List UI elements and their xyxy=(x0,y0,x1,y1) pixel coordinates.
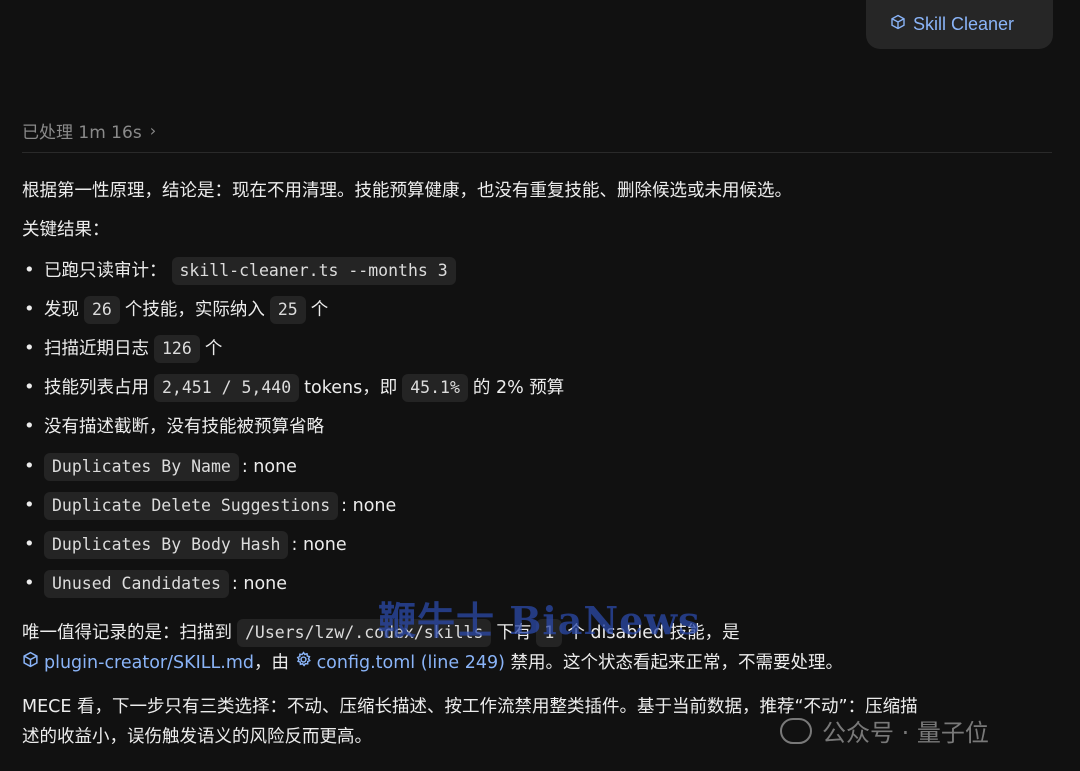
processed-toggle[interactable]: 已处理 1m 16s › xyxy=(22,118,156,143)
link-label: config.toml (line 249) xyxy=(316,652,505,673)
list-item: 扫描近期日志 126 个 xyxy=(22,329,1052,368)
results-list: 已跑只读审计： skill-cleaner.ts --months 3 发现 2… xyxy=(22,251,1052,604)
divider xyxy=(22,152,1052,153)
chevron-right-icon: › xyxy=(149,121,157,140)
bullet-text: 的 2% 预算 xyxy=(472,378,565,399)
intro-paragraph: 根据第一性原理，结论是：现在不用清理。技能预算健康，也没有重复技能、删除候选或未… xyxy=(22,181,792,201)
list-item: Unused Candidates : none xyxy=(22,565,1052,604)
list-item: 没有描述截断，没有技能被预算省略 xyxy=(22,408,1052,447)
skill-cleaner-chip[interactable]: Skill Cleaner xyxy=(866,0,1053,49)
processed-label: 已处理 1m 16s xyxy=(22,123,142,143)
inline-code: 26 xyxy=(84,295,120,324)
bullet-text: 没有描述截断，没有技能被预算省略 xyxy=(44,417,324,438)
bullet-text: 个 xyxy=(204,338,223,359)
bullet-text: 个 xyxy=(310,299,329,320)
bullet-text: : none xyxy=(291,534,347,555)
list-item: 技能列表占用 2,451 / 5,440 tokens，即 45.1% 的 2%… xyxy=(22,369,1052,408)
inline-code: Duplicates By Body Hash xyxy=(44,530,289,559)
note-text: 唯一值得记录的是：扫描到 xyxy=(22,622,232,643)
bullet-text: 发现 xyxy=(44,299,79,320)
inline-code: /Users/lzw/.codex/skills xyxy=(237,618,492,647)
key-results-title: 关键结果： xyxy=(22,220,110,240)
list-item: 发现 26 个技能，实际纳入 25 个 xyxy=(22,290,1052,329)
bullet-text: 个技能，实际纳入 xyxy=(124,299,265,320)
inline-code: skill-cleaner.ts --months 3 xyxy=(171,256,456,285)
bullet-text: : none xyxy=(341,495,397,516)
inline-code: 1 xyxy=(536,618,563,647)
bullet-text: : none xyxy=(241,456,297,477)
bullet-text: 扫描近期日志 xyxy=(44,338,149,359)
cube-icon xyxy=(22,648,39,678)
inline-code: 45.1% xyxy=(402,374,468,403)
bullet-text: tokens，即 xyxy=(304,378,398,399)
inline-code: Duplicates By Name xyxy=(44,452,239,481)
note-paragraph: 唯一值得记录的是：扫描到/Users/lzw/.codex/skills 下有 1 个… xyxy=(22,618,1052,678)
inline-code: Duplicate Delete Suggestions xyxy=(44,491,339,520)
list-item: Duplicates By Body Hash : none xyxy=(22,525,1052,564)
bullet-text: 技能列表占用 xyxy=(44,378,149,399)
note-text: 禁用。这个状态看起来正常，不需要处理。 xyxy=(510,652,844,673)
inline-code: 126 xyxy=(154,334,200,363)
note-text: ，由 xyxy=(253,652,289,673)
plugin-creator-link[interactable]: plugin-creator/SKILL.md xyxy=(22,648,254,678)
response-body: 根据第一性原理，结论是：现在不用清理。技能预算健康，也没有重复技能、删除候选或未… xyxy=(22,176,1052,752)
bullet-text: : none xyxy=(231,574,288,595)
link-label: plugin-creator/SKILL.md xyxy=(44,652,254,673)
inline-code: 25 xyxy=(269,295,306,324)
note-text: 下有 xyxy=(496,622,532,643)
final-paragraph: MECE 看，下一步只有三类选择：不动、压缩长描述、按工作流禁用整类插件。基于当… xyxy=(22,692,1052,752)
inline-code: 2,451 / 5,440 xyxy=(154,374,300,403)
final-line: 述的收益小，误伤触发语义的风险反而更高。 xyxy=(22,726,372,747)
skill-chip-label: Skill Cleaner xyxy=(913,14,1015,34)
note-text: 个 disabled 技能，是 xyxy=(567,622,740,643)
bullet-text: 已跑只读审计： xyxy=(44,260,167,281)
cube-icon xyxy=(890,14,906,35)
list-item: Duplicate Delete Suggestions : none xyxy=(22,486,1052,525)
gear-icon xyxy=(295,648,312,678)
final-line: MECE 看，下一步只有三类选择：不动、压缩长描述、按工作流禁用整类插件。基于当… xyxy=(22,696,918,717)
config-toml-link[interactable]: config.toml (line 249) xyxy=(295,648,505,678)
inline-code: Unused Candidates xyxy=(44,570,229,599)
list-item: 已跑只读审计： skill-cleaner.ts --months 3 xyxy=(22,251,1052,290)
list-item: Duplicates By Name : none xyxy=(22,447,1052,486)
